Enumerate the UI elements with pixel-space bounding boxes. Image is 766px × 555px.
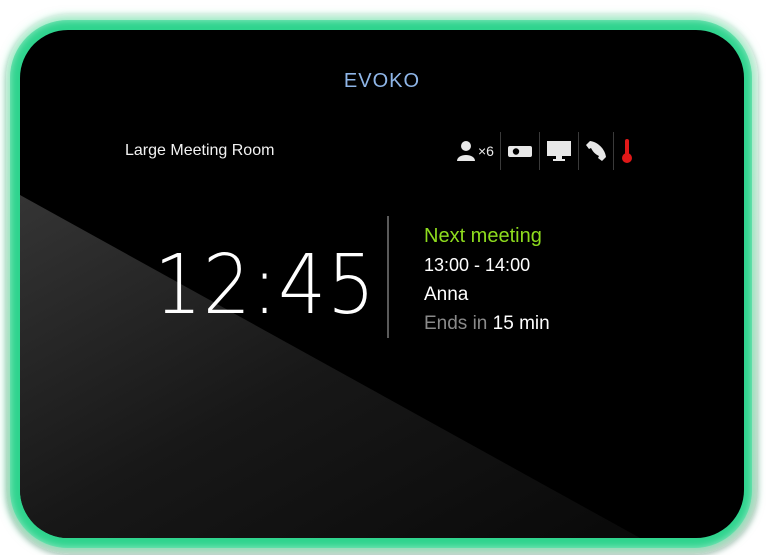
temperature-amenity (612, 132, 640, 170)
meeting-host: Anna (424, 284, 469, 305)
projector-icon (507, 146, 532, 157)
meeting-time: 13:00 - 14:00 (424, 255, 531, 275)
ends-in-label: Ends in (424, 313, 488, 334)
amenity-bar: ×6 (450, 132, 640, 170)
monitor-icon (546, 141, 571, 161)
capacity-indicator: ×6 (450, 132, 500, 170)
capacity-count: ×6 (478, 143, 494, 159)
projector-amenity (499, 132, 539, 170)
thermometer-icon (621, 139, 632, 163)
brand-logo: EVOKO (343, 70, 421, 92)
monitor-amenity (538, 132, 578, 170)
room-name: Large Meeting Room (125, 142, 275, 159)
screen-glare (20, 195, 640, 538)
next-meeting-label: Next meeting (424, 225, 542, 247)
ends-in-value: 15 min (492, 313, 550, 334)
vertical-divider (387, 216, 389, 338)
phone-icon (585, 141, 606, 161)
meeting-ends-in: Ends in 15 min (424, 309, 550, 338)
room-display-screen: EVOKO Large Meeting Room ×6 12:45 Next m… (20, 30, 744, 538)
phone-amenity (577, 132, 613, 170)
next-meeting-panel: Next meeting 13:00 - 14:00 Anna Ends in … (424, 222, 550, 338)
current-time: 12:45 (154, 238, 377, 333)
person-icon (457, 141, 475, 161)
